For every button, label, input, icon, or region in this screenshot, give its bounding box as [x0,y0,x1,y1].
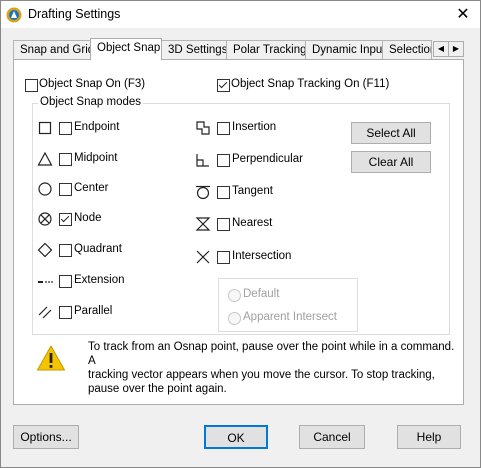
midpoint-icon [37,151,53,166]
object-snap-on-label: Object Snap On (F3) [39,78,146,90]
endpoint-checkbox[interactable] [59,122,72,135]
close-button[interactable]: ✕ [446,1,480,28]
center-icon [38,182,52,196]
arrow-left-icon: ◀ [437,44,445,53]
tangent-icon [196,185,210,200]
object-snap-panel: Object Snap On (F3) Object Snap Tracking… [13,59,464,405]
tab-snap-and-grid[interactable]: Snap and Grid [13,40,95,59]
osnap-tracking-info: To track from an Osnap point, pause over… [88,340,463,396]
apparent-intersect-radio-label: Apparent Intersect [243,311,337,323]
center-label: Center [74,182,109,194]
info-line: To track from an Osnap point, pause over… [88,341,455,367]
default-radio[interactable] [228,289,241,302]
tab-label: Snap and Grid [20,44,95,56]
apparent-intersection-options [218,278,358,332]
center-checkbox[interactable] [59,183,72,196]
tab-scroll-right-button[interactable]: ▶ [448,41,464,57]
extension-label: Extension [74,274,125,286]
quadrant-icon [37,242,53,258]
help-button[interactable]: Help [397,425,461,449]
drafting-settings-dialog: Drafting Settings ✕ Snap and Grid Object… [0,0,481,468]
nearest-icon [195,217,211,231]
title-bar: Drafting Settings ✕ [1,1,480,28]
nearest-label: Nearest [232,217,273,229]
perpendicular-checkbox[interactable] [217,154,230,167]
insertion-label: Insertion [232,121,277,133]
tangent-label: Tangent [232,185,273,197]
ok-button[interactable]: OK [204,425,268,449]
midpoint-label: Midpoint [74,152,118,164]
tab-polar-tracking[interactable]: Polar Tracking [226,40,307,59]
info-line: tracking vector appears when you move th… [88,369,435,381]
nearest-checkbox[interactable] [217,218,230,231]
object-snap-on-checkbox[interactable] [25,79,38,92]
close-icon: ✕ [456,6,470,23]
info-line: pause over the point again. [88,383,227,395]
tab-label: Polar Tracking [233,44,307,56]
window-title: Drafting Settings [28,7,121,21]
arrow-right-icon: ▶ [452,44,460,53]
tab-scroll-left-button[interactable]: ◀ [433,41,449,57]
object-snap-tracking-checkbox[interactable] [217,79,230,92]
midpoint-checkbox[interactable] [59,153,72,166]
parallel-label: Parallel [74,305,113,317]
quadrant-label: Quadrant [74,243,122,255]
tab-label: Object Snap [97,42,161,54]
default-radio-label: Default [243,288,280,300]
tab-selection[interactable]: Selection [382,40,432,59]
intersection-checkbox[interactable] [217,251,230,264]
endpoint-icon [38,121,52,135]
insertion-checkbox[interactable] [217,122,230,135]
tangent-checkbox[interactable] [217,186,230,199]
tab-dynamic-input[interactable]: Dynamic Input [305,40,386,59]
tab-object-snap[interactable]: Object Snap [90,38,162,60]
tab-label: Dynamic Input [312,44,386,56]
endpoint-label: Endpoint [74,121,120,133]
warning-icon [37,345,65,371]
object-snap-modes-title: Object Snap modes [38,96,144,108]
clear-all-button[interactable]: Clear All [351,151,431,173]
intersection-label: Intersection [232,250,292,262]
node-checkbox[interactable] [59,213,72,226]
extension-icon [38,281,53,283]
tab-strip: Snap and Grid Object Snap 3D Settings Po… [13,38,465,60]
options-button[interactable]: Options... [13,425,79,449]
node-icon [38,212,52,226]
parallel-icon [38,306,52,319]
select-all-button[interactable]: Select All [351,122,431,144]
tab-label: 3D Settings [168,44,228,56]
insertion-icon [196,121,210,135]
extension-checkbox[interactable] [59,275,72,288]
parallel-checkbox[interactable] [59,306,72,319]
node-label: Node [74,212,102,224]
object-snap-tracking-label: Object Snap Tracking On (F11) [231,78,390,90]
quadrant-checkbox[interactable] [59,244,72,257]
perpendicular-icon [196,154,209,167]
apparent-intersect-radio[interactable] [228,312,241,325]
cancel-button[interactable]: Cancel [299,425,365,449]
tab-3d-settings[interactable]: 3D Settings [161,40,227,59]
app-icon [6,7,22,23]
tab-label: Selection [389,44,432,56]
intersection-icon [196,250,210,264]
perpendicular-label: Perpendicular [232,153,303,165]
